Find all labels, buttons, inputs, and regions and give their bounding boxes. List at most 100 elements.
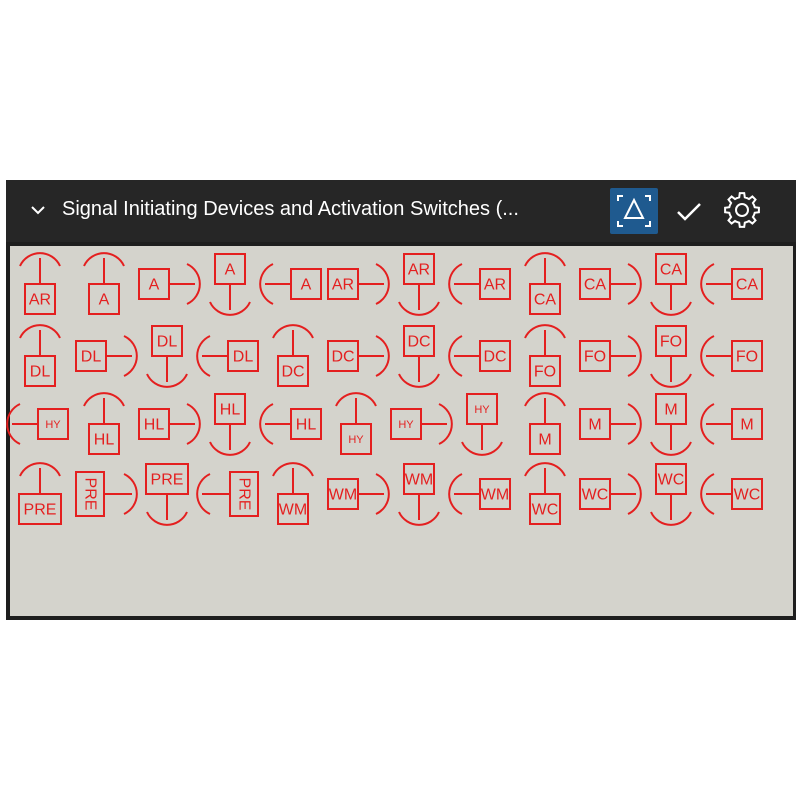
symbol-m-right[interactable]: M: [578, 392, 642, 456]
symbol-pre-left[interactable]: PRE: [196, 462, 260, 526]
symbol-hy-bottom[interactable]: HY: [452, 392, 512, 456]
symbol-label: WM: [481, 487, 509, 504]
symbol-ca-right[interactable]: CA: [578, 252, 642, 316]
symbol-label: HY: [398, 419, 414, 431]
symbol-fo-top[interactable]: FO: [515, 324, 575, 388]
symbol-dl-top[interactable]: DL: [10, 324, 70, 388]
symbol-wc-top[interactable]: WC: [515, 462, 575, 526]
symbol-label: CA: [660, 262, 683, 279]
symbol-dc-top[interactable]: DC: [263, 324, 323, 388]
symbol-graphic: M: [524, 392, 566, 455]
symbol-wc-bottom[interactable]: WC: [641, 462, 701, 526]
symbol-label: M: [538, 432, 551, 449]
symbol-label: DC: [281, 364, 304, 381]
chevron-down-icon[interactable]: [28, 200, 48, 220]
symbol-graphic: FO: [650, 325, 692, 388]
symbol-label: HL: [94, 432, 115, 449]
symbol-pre-right[interactable]: PRE: [74, 462, 138, 526]
symbol-wm-right[interactable]: WM: [326, 462, 390, 526]
symbol-ca-bottom[interactable]: CA: [641, 252, 701, 316]
symbol-dl-bottom[interactable]: DL: [137, 324, 197, 388]
symbol-dl-left[interactable]: DL: [196, 324, 260, 388]
symbol-label: DC: [483, 349, 506, 366]
symbol-hy-right[interactable]: HY: [389, 392, 453, 456]
symbol-label: HY: [45, 419, 61, 431]
symbol-graphic: FO: [700, 335, 763, 377]
symbol-graphic: HY: [461, 393, 503, 456]
symbol-label: WC: [532, 502, 559, 519]
symbol-fo-bottom[interactable]: FO: [641, 324, 701, 388]
symbol-graphic: PRE: [145, 463, 189, 526]
symbol-graphic: AR: [327, 263, 390, 305]
symbol-panel: Signal Initiating Devices and Activation…: [6, 180, 796, 620]
symbol-wc-left[interactable]: WC: [700, 462, 764, 526]
symbol-graphic: HY: [335, 392, 377, 455]
symbol-label: CA: [534, 292, 557, 309]
symbol-label: AR: [332, 277, 354, 294]
symbol-graphic: M: [579, 403, 642, 445]
symbol-ar-left[interactable]: AR: [448, 252, 512, 316]
symbol-dc-right[interactable]: DC: [326, 324, 390, 388]
symbol-m-bottom[interactable]: M: [641, 392, 701, 456]
symbol-gallery: AR A A A A AR AR AR CA CA CA CA DL DL DL DL DC DC DC DC FO FO…: [6, 246, 793, 616]
symbol-label: DL: [30, 364, 51, 381]
symbol-dl-right[interactable]: DL: [74, 324, 138, 388]
symbol-dc-bottom[interactable]: DC: [389, 324, 449, 388]
expand-mode-button[interactable]: [610, 188, 658, 234]
symbol-ar-right[interactable]: AR: [326, 252, 390, 316]
symbol-fo-left[interactable]: FO: [700, 324, 764, 388]
symbol-graphic: HL: [259, 403, 322, 445]
symbol-graphic: WM: [327, 473, 390, 515]
symbol-ca-left[interactable]: CA: [700, 252, 764, 316]
symbol-graphic: HY: [6, 403, 69, 445]
symbol-wm-bottom[interactable]: WM: [389, 462, 449, 526]
symbol-ar-top[interactable]: AR: [10, 252, 70, 316]
symbol-a-right[interactable]: A: [137, 252, 201, 316]
symbol-label: HL: [296, 417, 317, 434]
symbol-graphic: PRE: [196, 471, 259, 517]
symbol-graphic: A: [138, 263, 201, 305]
symbol-hl-bottom[interactable]: HL: [200, 392, 260, 456]
symbol-hl-left[interactable]: HL: [259, 392, 323, 456]
symbol-graphic: PRE: [75, 471, 138, 517]
symbol-m-left[interactable]: M: [700, 392, 764, 456]
symbol-label: HL: [144, 417, 165, 434]
symbol-hy-left[interactable]: HY: [6, 392, 70, 456]
symbol-hy-top[interactable]: HY: [326, 392, 386, 456]
symbol-label: HY: [474, 404, 490, 416]
symbol-a-left[interactable]: A: [259, 252, 323, 316]
symbol-dc-left[interactable]: DC: [448, 324, 512, 388]
confirm-button[interactable]: [672, 194, 706, 228]
symbol-ca-top[interactable]: CA: [515, 252, 575, 316]
symbol-label: A: [225, 262, 236, 279]
symbol-label: FO: [660, 334, 682, 351]
symbol-pre-top[interactable]: PRE: [10, 462, 70, 526]
symbol-pre-bottom[interactable]: PRE: [137, 462, 197, 526]
symbol-a-top[interactable]: A: [74, 252, 134, 316]
symbol-graphic: CA: [650, 253, 692, 316]
symbol-hl-top[interactable]: HL: [74, 392, 134, 456]
symbol-graphic: HL: [83, 392, 125, 455]
symbol-ar-bottom[interactable]: AR: [389, 252, 449, 316]
symbol-wm-top[interactable]: WM: [263, 462, 323, 526]
symbol-m-top[interactable]: M: [515, 392, 575, 456]
symbol-label: A: [99, 292, 110, 309]
symbol-graphic: CA: [700, 263, 763, 305]
symbol-label: FO: [534, 364, 556, 381]
symbol-label: AR: [408, 262, 430, 279]
symbol-label: WM: [405, 472, 433, 489]
symbol-graphic: DL: [146, 325, 188, 388]
symbol-wc-right[interactable]: WC: [578, 462, 642, 526]
symbol-fo-right[interactable]: FO: [578, 324, 642, 388]
symbol-label: PRE: [236, 478, 253, 511]
settings-button[interactable]: [720, 188, 764, 232]
symbol-label: PRE: [82, 478, 99, 511]
symbol-label: A: [301, 277, 312, 294]
symbol-a-bottom[interactable]: A: [200, 252, 260, 316]
symbol-hl-right[interactable]: HL: [137, 392, 201, 456]
symbol-graphic: WC: [700, 473, 763, 515]
symbol-label: WC: [582, 487, 609, 504]
symbol-label: DC: [407, 334, 430, 351]
symbol-wm-left[interactable]: WM: [448, 462, 512, 526]
symbol-label: DL: [233, 349, 254, 366]
